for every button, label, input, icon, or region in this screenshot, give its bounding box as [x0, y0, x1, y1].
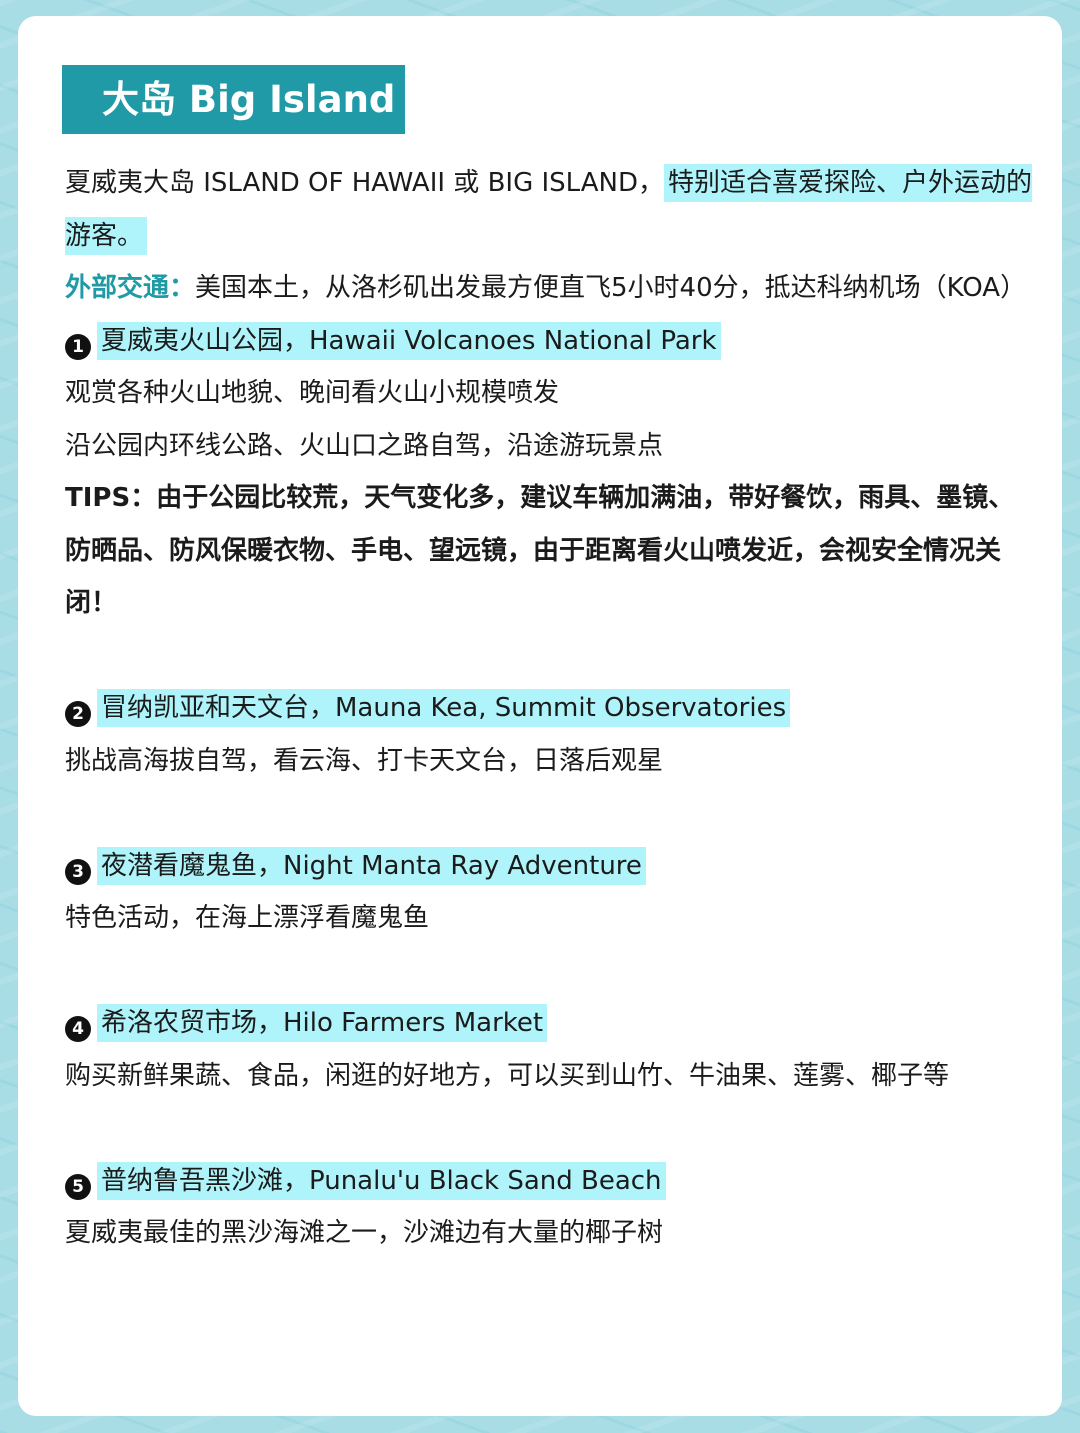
section-line: 特色活动，在海上漂浮看魔鬼鱼 — [65, 903, 430, 933]
section-title: 普纳鲁吾黑沙滩，Punalu'u Black Sand Beach — [97, 1161, 666, 1200]
section-line: 挑战高海拔自驾，看云海、打卡天文台，日落后观星 — [65, 745, 664, 776]
intro-text: 夏威夷大岛 ISLAND OF HAWAII 或 BIG ISLAND， — [65, 168, 665, 198]
section-line: 观赏各种火山地貌、晚间看火山小规模喷发 — [65, 378, 560, 408]
article-body: 夏威夷大岛 ISLAND OF HAWAII 或 BIG ISLAND， 特别适合… — [65, 157, 1040, 1260]
number-badge-icon: 4 — [65, 1016, 91, 1042]
section-line: 购买新鲜果蔬、食品，闲逛的好地方，可以买到山竹、牛油果、莲雾、椰子等 — [65, 1060, 950, 1091]
section-heading: 5 普纳鲁吾黑沙滩，Punalu'u Black Sand Beach — [65, 1155, 1040, 1208]
transport-text: 美国本土，从洛杉矶出发最方便直飞5小时40分，抵达科纳机场（KOA） — [195, 273, 1027, 303]
section-heading: 3 夜潜看魔鬼鱼，Night Manta Ray Adventure — [65, 840, 1040, 893]
number-badge-icon: 1 — [65, 333, 91, 360]
section-line: 夏威夷最佳的黑沙海滩之一，沙滩边有大量的椰子树 — [65, 1218, 664, 1248]
section-line: 沿公园内环线公路、火山口之路自驾，沿途游玩景点 — [65, 430, 664, 461]
section-title: 冒纳凯亚和天文台，Mauna Kea, Summit Observatories — [97, 689, 791, 727]
transport-label: 外部交通： — [65, 273, 196, 303]
section-heading: 1 夏威夷火山公园，Hawaii Volcanoes National Park — [65, 315, 1040, 368]
transport-paragraph: 外部交通：美国本土，从洛杉矶出发最方便直飞5小时40分，抵达科纳机场（KOA） — [65, 262, 1040, 315]
number-badge-icon: 5 — [65, 1173, 91, 1200]
page-title: 大岛 Big Island — [62, 65, 405, 134]
number-badge-icon: 2 — [65, 701, 91, 727]
number-badge-icon: 3 — [65, 858, 91, 885]
tips-text: TIPS：由于公园比较荒，天气变化多，建议车辆加满油，带好餐饮，雨具、墨镜、防晒… — [65, 483, 1015, 618]
section-title: 希洛农贸市场，Hilo Farmers Market — [97, 1004, 548, 1042]
section-heading: 4 希洛农贸市场，Hilo Farmers Market — [65, 997, 1040, 1050]
intro-paragraph: 夏威夷大岛 ISLAND OF HAWAII 或 BIG ISLAND， 特别适合… — [65, 157, 1040, 262]
section-title: 夏威夷火山公园，Hawaii Volcanoes National Park — [97, 321, 721, 360]
section-heading: 2 冒纳凯亚和天文台，Mauna Kea, Summit Observatorie… — [65, 682, 1040, 735]
section-title: 夜潜看魔鬼鱼，Night Manta Ray Adventure — [97, 846, 646, 885]
